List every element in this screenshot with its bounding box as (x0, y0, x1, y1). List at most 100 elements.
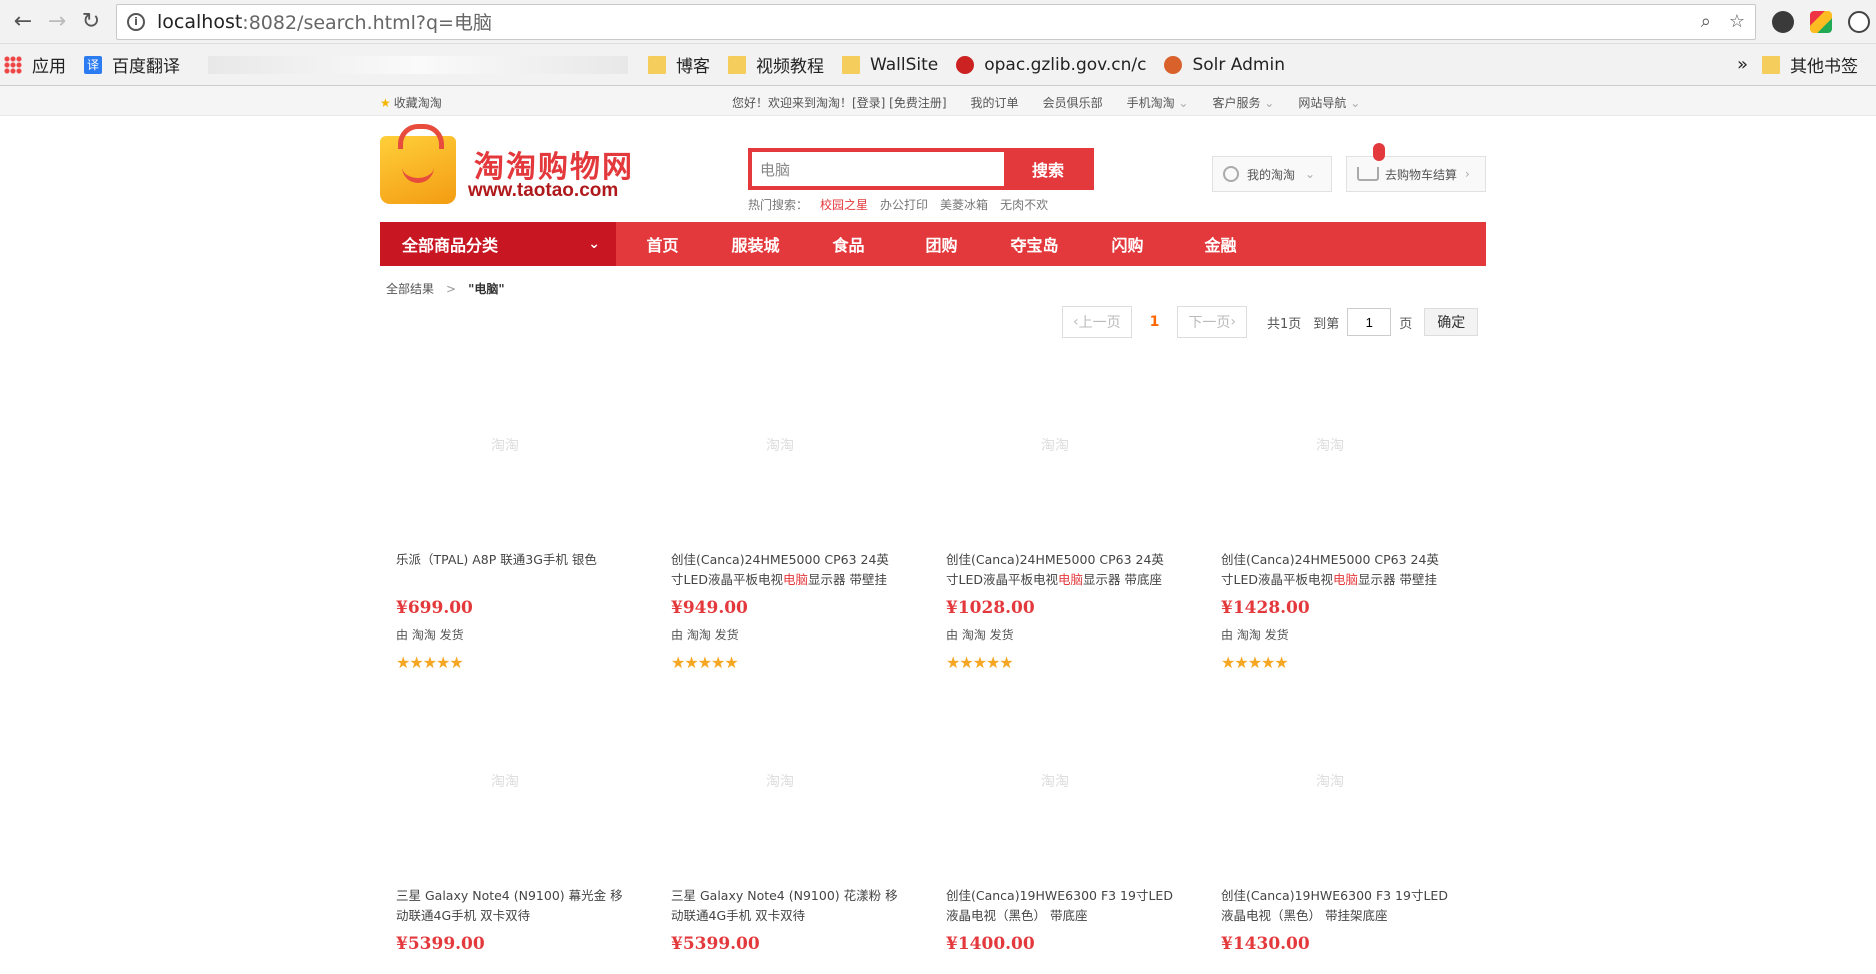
product-image[interactable]: 淘淘 (930, 340, 1180, 550)
search-box: 搜索 (748, 148, 1094, 190)
product-title[interactable]: 创佳(Canca)24HME5000 CP63 24英寸LED液晶平板电视电脑显… (1205, 550, 1455, 590)
product-image[interactable]: 淘淘 (655, 340, 905, 550)
product-title-text: 三星 Galaxy Note4 (N9100) 幕光金 移动联通4G手机 双卡双… (396, 888, 623, 923)
product-price: ¥1400.00 (946, 934, 1035, 954)
product-card[interactable]: 淘淘 创佳(Canca)19HWE6300 F3 19寸LED液晶电视（黑色） 带… (1205, 676, 1455, 954)
product-price: ¥5399.00 (396, 934, 485, 954)
bookmark-item[interactable]: 译百度翻译 (84, 52, 180, 77)
top-links: 您好！欢迎来到淘淘！[登录] [免费注册] 我的订单 会员俱乐部 手机淘淘 客户服务 网站… (732, 94, 1360, 111)
search-input[interactable] (750, 150, 1004, 188)
crumb-root[interactable]: 全部结果 (386, 282, 434, 296)
product-image[interactable]: 淘淘 (1205, 676, 1455, 886)
shopping-bag-icon (380, 124, 456, 204)
product-card[interactable]: 淘淘 创佳(Canca)24HME5000 CP63 24英寸LED液晶平板电视电… (655, 340, 905, 672)
product-card[interactable]: 淘淘 创佳(Canca)19HWE6300 F3 19寸LED液晶电视（黑色） 带… (930, 676, 1180, 954)
nav-item[interactable]: 团购 (895, 232, 988, 256)
bookmark-label: 百度翻译 (112, 57, 180, 77)
product-title-text: 三星 Galaxy Note4 (N9100) 花漾粉 移动联通4G手机 双卡双… (671, 888, 898, 923)
bookmark-item[interactable]: 博客 (648, 52, 710, 77)
nav-item[interactable]: 夺宝岛 (988, 232, 1081, 256)
product-card[interactable]: 淘淘 创佳(Canca)24HME5000 CP63 24英寸LED液晶平板电视电… (930, 340, 1180, 672)
nav-item[interactable]: 闪购 (1081, 232, 1174, 256)
breadcrumb: 全部结果 > "电脑" (386, 280, 505, 297)
folder-icon (1762, 55, 1780, 74)
product-title[interactable]: 创佳(Canca)19HWE6300 F3 19寸LED液晶电视（黑色） 带底座 (930, 886, 1180, 926)
goto-confirm-button[interactable]: 确定 (1424, 308, 1479, 336)
product-card[interactable]: 淘淘 乐派（TPAL) A8P 联通3G手机 银色 ¥699.00 由 淘淘 发货 ★★… (380, 340, 630, 672)
page-unit-label: 页 (1399, 316, 1413, 332)
solr-icon (1164, 55, 1183, 74)
product-image[interactable]: 淘淘 (1205, 340, 1455, 550)
product-title[interactable]: 创佳(Canca)24HME5000 CP63 24英寸LED液晶平板电视电脑显… (655, 550, 905, 590)
my-account-button[interactable]: 我的淘淘 ⌄ (1212, 156, 1332, 192)
hot-word[interactable]: 无肉不欢 (1000, 196, 1048, 213)
more-bookmarks-button[interactable]: » (1737, 54, 1748, 75)
bookmark-item[interactable]: 视频教程 (728, 52, 824, 77)
all-categories-menu[interactable]: 全部商品分类 ⌄ (380, 222, 616, 266)
product-price: ¥1028.00 (946, 598, 1035, 618)
product-title[interactable]: 创佳(Canca)19HWE6300 F3 19寸LED液晶电视（黑色） 带挂架… (1205, 886, 1455, 926)
bookmarks-bar: 应用译百度翻译 博客 视频教程 WallSite opac.gzlib.gov.cn/c… (0, 44, 1876, 86)
info-icon[interactable]: i (127, 12, 145, 31)
reload-icon[interactable]: ↻ (74, 5, 108, 39)
top-link[interactable]: 网站导航 (1298, 94, 1360, 111)
cart-badge (1373, 143, 1385, 161)
product-title[interactable]: 创佳(Canca)24HME5000 CP63 24英寸LED液晶平板电视电脑显… (930, 550, 1180, 590)
translate-extension-icon[interactable] (1848, 10, 1870, 33)
hot-word[interactable]: 校园之星 (820, 196, 868, 213)
logo[interactable]: 淘淘购物网 www.taotao.com (380, 124, 670, 208)
rating-stars-icon: ★★★★★ (1221, 653, 1289, 672)
top-link[interactable]: 客户服务 (1212, 94, 1274, 111)
product-title[interactable]: 三星 Galaxy Note4 (N9100) 花漾粉 移动联通4G手机 双卡双… (655, 886, 905, 926)
product-title-text: 创佳(Canca)19HWE6300 F3 19寸LED液晶电视（黑色） 带底座 (946, 888, 1173, 923)
bookmark-label: opac.gzlib.gov.cn/c (984, 54, 1147, 75)
prev-page-button[interactable]: ‹ 上一页 (1062, 306, 1132, 338)
evernote-extension-icon[interactable] (1772, 10, 1794, 33)
other-bookmarks[interactable]: 其他书签 (1762, 52, 1858, 77)
bookmark-item[interactable]: WallSite (842, 55, 938, 75)
color-extension-icon[interactable] (1810, 10, 1832, 33)
bookmark-label: 博客 (676, 57, 710, 77)
nav-items: 首页 服装城 食品 团购 夺宝岛 闪购 金融 (616, 222, 1267, 266)
product-title[interactable]: 三星 Galaxy Note4 (N9100) 幕光金 移动联通4G手机 双卡双… (380, 886, 630, 926)
hot-word[interactable]: 办公打印 (880, 196, 928, 213)
search-icon[interactable]: ⌕ (1701, 11, 1711, 32)
product-price: ¥1430.00 (1221, 934, 1310, 954)
cart-button[interactable]: 去购物车结算 › (1346, 143, 1486, 192)
next-page-button[interactable]: 下一页 › (1177, 306, 1247, 338)
top-link[interactable]: 您好！欢迎来到淘淘！[登录] [免费注册] (732, 94, 947, 111)
product-image[interactable]: 淘淘 (655, 676, 905, 886)
nav-item[interactable]: 首页 (616, 232, 709, 256)
hot-word[interactable]: 美菱冰箱 (940, 196, 988, 213)
address-bar[interactable]: i localhost:8082/search.html?q=电脑 ⌕ ☆ (116, 3, 1756, 40)
nav-item[interactable]: 金融 (1174, 232, 1267, 256)
product-card[interactable]: 淘淘 创佳(Canca)24HME5000 CP63 24英寸LED液晶平板电视电… (1205, 340, 1455, 672)
favorite-link[interactable]: ★ 收藏淘淘 (380, 94, 442, 111)
product-image[interactable]: 淘淘 (380, 340, 630, 550)
back-icon[interactable]: ← (6, 5, 40, 39)
search-button[interactable]: 搜索 (1004, 150, 1092, 188)
nav-item[interactable]: 食品 (802, 232, 895, 256)
product-card[interactable]: 淘淘 三星 Galaxy Note4 (N9100) 花漾粉 移动联通4G手机 双… (655, 676, 905, 954)
other-bookmarks-label: 其他书签 (1790, 57, 1858, 77)
product-title[interactable]: 乐派（TPAL) A8P 联通3G手机 银色 (380, 550, 630, 590)
top-link[interactable]: 会员俱乐部 (1043, 94, 1103, 111)
star-icon: ★ (380, 96, 391, 110)
product-seller: 由 淘淘 发货 (1221, 628, 1289, 642)
top-link[interactable]: 手机淘淘 (1127, 94, 1189, 111)
bookmark-item[interactable]: Solr Admin (1164, 55, 1285, 75)
folder-icon (648, 55, 666, 74)
product-image[interactable]: 淘淘 (380, 676, 630, 886)
product-card[interactable]: 淘淘 三星 Galaxy Note4 (N9100) 幕光金 移动联通4G手机 双… (380, 676, 630, 954)
forward-icon[interactable]: → (40, 5, 74, 39)
keyword-highlight: 电脑 (1333, 572, 1359, 587)
bookmark-item[interactable]: opac.gzlib.gov.cn/c (956, 55, 1146, 75)
star-icon[interactable]: ☆ (1729, 11, 1745, 32)
product-image[interactable]: 淘淘 (930, 676, 1180, 886)
current-page: 1 (1149, 314, 1160, 330)
top-link[interactable]: 我的订单 (971, 94, 1019, 111)
goto-page-input[interactable] (1347, 308, 1392, 336)
keyword-highlight: 电脑 (1058, 572, 1084, 587)
bookmark-item[interactable]: 应用 (4, 52, 66, 77)
nav-item[interactable]: 服装城 (709, 232, 802, 256)
